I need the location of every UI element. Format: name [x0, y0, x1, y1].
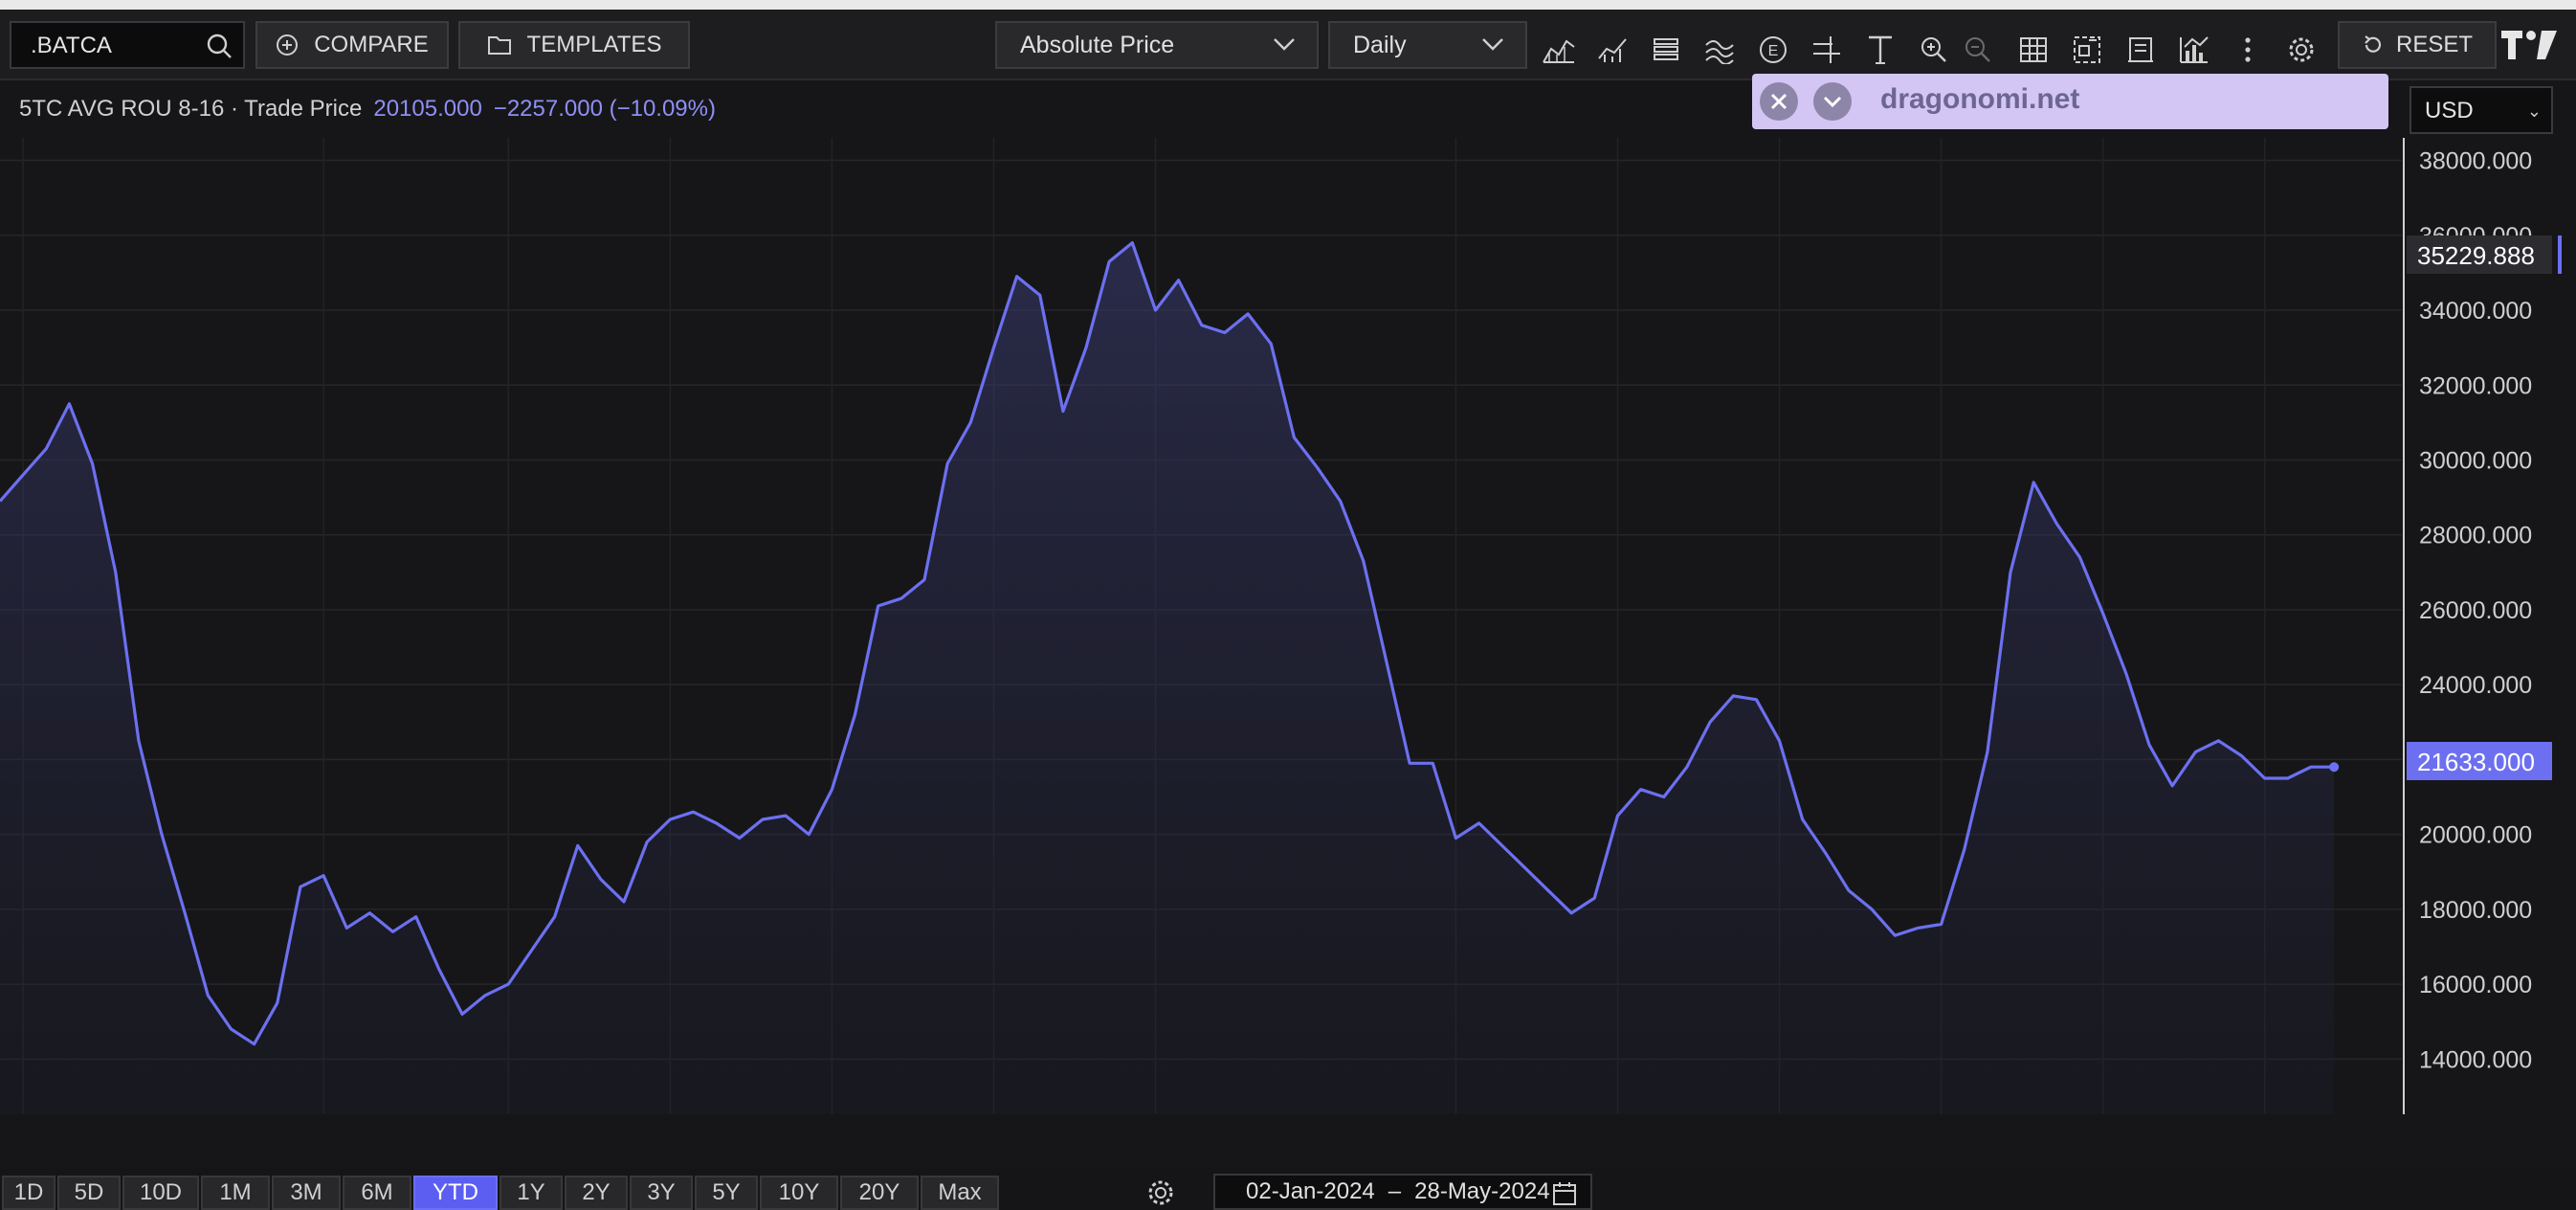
templates-label: TEMPLATES [526, 32, 662, 57]
bars-icon[interactable] [1647, 31, 1685, 69]
interval-value: Daily [1353, 31, 1407, 58]
banner-close-button[interactable] [1760, 82, 1798, 121]
reset-label: RESET [2395, 32, 2473, 57]
range-button-10d[interactable]: 10D [122, 1176, 199, 1210]
tradingview-logo-icon [2501, 31, 2557, 59]
zoom-in-icon[interactable] [1915, 31, 1953, 69]
series-legend: 5TC AVG ROU 8-16 · Trade Price 20105.000−… [19, 96, 716, 123]
crosshair-price-text: 35229.888 [2417, 241, 2535, 270]
interval-dropdown[interactable]: Daily [1328, 21, 1527, 69]
range-button-1m[interactable]: 1M [201, 1176, 270, 1210]
chart-area[interactable]: 38000.00036000.00034000.00032000.0003000… [0, 80, 2576, 1172]
date-range-picker[interactable]: 02-Jan-2024 – 28-May-2024 [1213, 1174, 1592, 1210]
range-button-1d[interactable]: 1D [2, 1176, 56, 1210]
price-chart[interactable]: 38000.00036000.00034000.00032000.0003000… [0, 80, 2576, 1172]
y-tick-label: 20000.000 [2419, 822, 2532, 849]
price-type-value: Absolute Price [1020, 31, 1175, 58]
chevron-down-icon [1274, 38, 1295, 51]
y-tick-label: 28000.000 [2419, 523, 2532, 549]
plus-circle-icon [277, 34, 299, 56]
candles-icon[interactable] [1593, 31, 1632, 69]
crosshair-icon[interactable] [1808, 31, 1846, 69]
close-icon [1770, 93, 1788, 110]
window-top-strip [0, 0, 2576, 10]
search-icon[interactable] [205, 32, 233, 60]
settings-icon[interactable] [2282, 31, 2321, 69]
range-button-6m[interactable]: 6M [343, 1176, 411, 1210]
chevron-down-icon: ⌄ [2526, 101, 2542, 121]
range-settings-icon[interactable] [1144, 1178, 1177, 1207]
y-tick-label: 18000.000 [2419, 897, 2532, 924]
range-button-5d[interactable]: 5D [57, 1176, 121, 1210]
crosshair-price-marker [2558, 235, 2562, 274]
y-tick-label: 30000.000 [2419, 447, 2532, 474]
range-button-10y[interactable]: 10Y [760, 1176, 838, 1210]
indicators-icon[interactable] [1700, 31, 1739, 69]
date-range-end: 28-May-2024 [1414, 1178, 1550, 1204]
svg-text:E: E [1768, 43, 1779, 59]
zoom-out-icon[interactable] [1959, 31, 1997, 69]
events-icon[interactable]: E [1754, 31, 1792, 69]
range-button-2y[interactable]: 2Y [565, 1176, 628, 1210]
reset-button[interactable]: RESET [2338, 21, 2497, 69]
symbol-search-input[interactable]: .BATCA [10, 21, 245, 69]
more-icon[interactable] [2229, 31, 2267, 69]
chevron-down-icon [1482, 38, 1503, 51]
text-tool-icon[interactable] [1861, 31, 1899, 69]
y-tick-label: 34000.000 [2419, 298, 2532, 325]
symbol-text: .BATCA [31, 33, 112, 58]
studies-icon[interactable] [2175, 31, 2213, 69]
series-change: −2257.000 (−10.09%) [493, 96, 716, 122]
table-icon[interactable] [2014, 31, 2053, 69]
y-tick-label: 32000.000 [2419, 372, 2532, 399]
currency-value: USD [2425, 98, 2474, 123]
date-range-separator: – [1388, 1178, 1402, 1204]
range-button-3m[interactable]: 3M [272, 1176, 341, 1210]
banner-collapse-button[interactable] [1813, 82, 1852, 121]
series-name: 5TC AVG ROU 8-16 · Trade Price [19, 96, 363, 122]
y-tick-label: 38000.000 [2419, 148, 2532, 175]
y-tick-label: 14000.000 [2419, 1046, 2532, 1073]
range-button-max[interactable]: Max [921, 1176, 999, 1210]
banner-text: dragonomi.net [1880, 83, 2080, 115]
compare-button[interactable]: COMPARE [255, 21, 449, 69]
price-type-dropdown[interactable]: Absolute Price [995, 21, 1319, 69]
series-area [0, 242, 2335, 1115]
y-tick-label: 16000.000 [2419, 972, 2532, 998]
folder-icon [487, 36, 511, 55]
chart-toolbar: .BATCA COMPARE TEMPLATES Absolute Price … [0, 10, 2576, 80]
watermark-banner: dragonomi.net [1752, 74, 2388, 129]
chevron-down-icon [1823, 96, 1842, 108]
reset-icon [2365, 35, 2382, 53]
date-range-start: 02-Jan-2024 [1246, 1178, 1375, 1204]
range-button-20y[interactable]: 20Y [840, 1176, 919, 1210]
y-tick-label: 24000.000 [2419, 672, 2532, 699]
templates-button[interactable]: TEMPLATES [458, 21, 690, 69]
screenshot-icon[interactable] [2068, 31, 2106, 69]
range-button-1y[interactable]: 1Y [500, 1176, 563, 1210]
calendar-icon [1553, 1182, 1576, 1205]
range-button-3y[interactable]: 3Y [630, 1176, 693, 1210]
last-point-marker [2329, 762, 2340, 773]
last-price-text: 21633.000 [2417, 748, 2535, 776]
area-chart-icon[interactable] [1540, 31, 1578, 69]
series-last-value: 20105.000 [373, 96, 482, 122]
range-button-5y[interactable]: 5Y [695, 1176, 758, 1210]
news-icon[interactable] [2121, 31, 2160, 69]
range-button-ytd[interactable]: YTD [413, 1176, 498, 1210]
currency-select[interactable]: USD ⌄ [2409, 86, 2553, 134]
compare-label: COMPARE [314, 32, 429, 57]
y-tick-label: 26000.000 [2419, 597, 2532, 624]
